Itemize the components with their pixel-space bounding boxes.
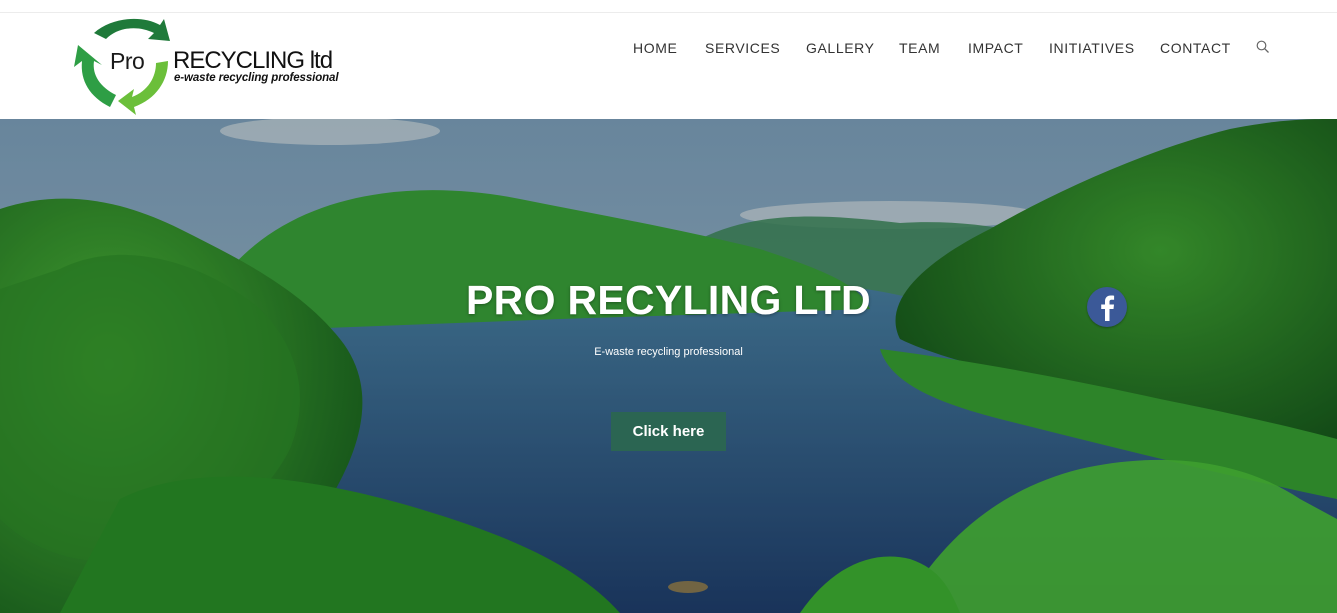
nav-item-impact[interactable]: IMPACT bbox=[968, 40, 1023, 56]
site-header: Pro RECYCLING ltd e-waste recycling prof… bbox=[0, 13, 1337, 119]
nav-item-contact[interactable]: CONTACT bbox=[1160, 40, 1231, 56]
nav-item-team[interactable]: TEAM bbox=[899, 40, 940, 56]
click-here-button[interactable]: Click here bbox=[611, 412, 726, 451]
nav-item-home[interactable]: HOME bbox=[633, 40, 677, 56]
site-logo[interactable]: Pro RECYCLING ltd e-waste recycling prof… bbox=[72, 15, 362, 115]
facebook-icon[interactable] bbox=[1087, 287, 1127, 327]
nav-item-gallery[interactable]: GALLERY bbox=[806, 40, 875, 56]
search-icon[interactable] bbox=[1256, 40, 1270, 54]
logo-tagline: e-waste recycling professional bbox=[174, 72, 339, 84]
hero-banner: PRO RECYLING LTD E-waste recycling profe… bbox=[0, 119, 1337, 613]
top-border bbox=[0, 0, 1337, 13]
hero-subtitle: E-waste recycling professional bbox=[594, 346, 743, 358]
hero-background-image bbox=[0, 119, 1337, 613]
nav-item-initiatives[interactable]: INITIATIVES bbox=[1049, 40, 1135, 56]
main-nav: HOME SERVICES GALLERY TEAM IMPACT INITIA… bbox=[0, 40, 1337, 60]
hero-title: PRO RECYLING LTD bbox=[466, 277, 871, 323]
nav-item-services[interactable]: SERVICES bbox=[705, 40, 780, 56]
